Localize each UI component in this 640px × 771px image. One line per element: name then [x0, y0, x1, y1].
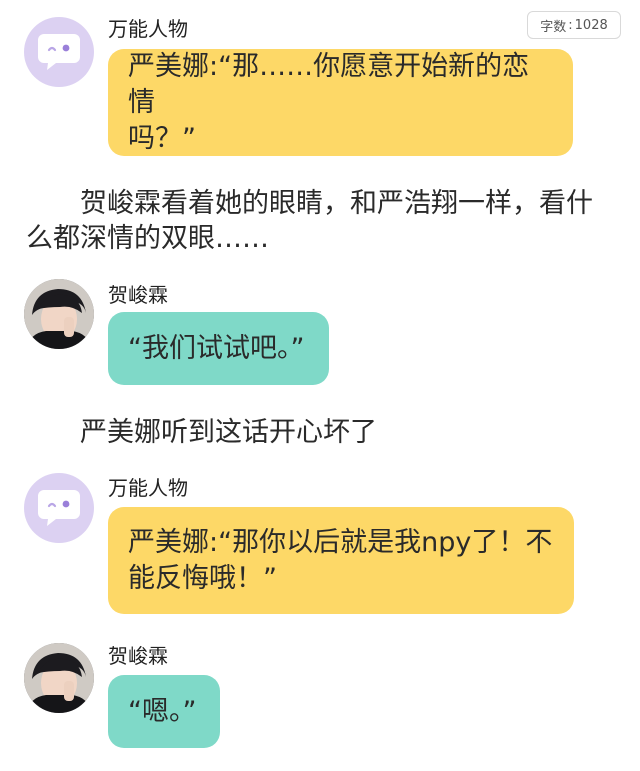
message-bubble: 严美娜:“那你以后就是我npy了！不 能反悔哦！”: [108, 507, 574, 614]
speaker-name: 贺峻霖: [108, 644, 168, 668]
narration-text: 严美娜听到这话开心坏了: [80, 417, 377, 448]
speech-bubble-smile-icon[interactable]: [24, 17, 94, 87]
word-count-value: 1028: [574, 17, 608, 33]
speaker-name: 贺峻霖: [108, 283, 168, 307]
speaker-name: 万能人物: [108, 476, 188, 500]
message-text: “我们试试吧。”: [128, 332, 305, 364]
message-text: “嗯。”: [128, 695, 197, 727]
message-text: 严美娜:“那你以后就是我npy了！不: [128, 526, 553, 558]
speech-bubble-smile-icon[interactable]: [24, 473, 94, 543]
profile-photo-icon[interactable]: [24, 279, 94, 349]
word-count-label: 字数: [540, 19, 567, 35]
message-bubble: “嗯。”: [108, 675, 220, 748]
message-text: 吗？”: [128, 122, 196, 154]
message-text: 严美娜:“那……你愿意开始新的恋情: [128, 50, 530, 118]
message-bubble: 严美娜:“那……你愿意开始新的恋情 吗？”: [108, 49, 573, 156]
narration-text: 么都深情的双眼……: [26, 223, 269, 254]
word-count-separator: :: [568, 17, 573, 33]
word-count-badge: 字数:1028: [527, 11, 621, 39]
message-bubble: “我们试试吧。”: [108, 312, 329, 385]
profile-photo-icon[interactable]: [24, 643, 94, 713]
narration-text: 贺峻霖看着她的眼睛，和严浩翔一样，看什: [80, 188, 593, 219]
message-text: 能反悔哦！”: [128, 562, 277, 594]
speaker-name: 万能人物: [108, 17, 188, 41]
